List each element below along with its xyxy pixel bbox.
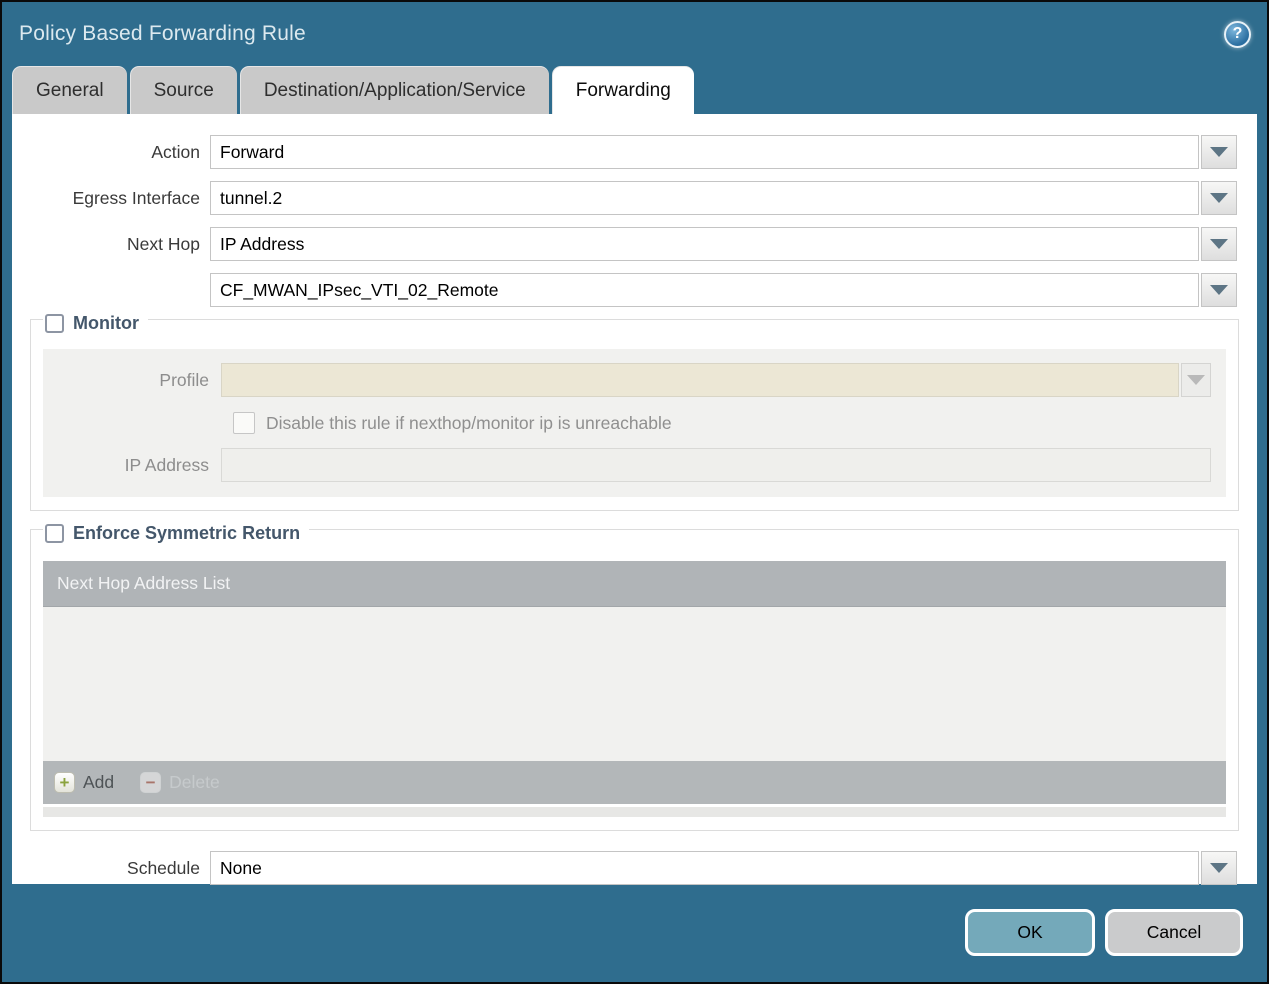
egress-interface-input[interactable] [210, 181, 1199, 215]
ok-button[interactable]: OK [965, 908, 1095, 956]
monitor-legend: Monitor [43, 313, 148, 334]
action-row: Action [12, 135, 1257, 169]
grid-horizontal-scrollbar[interactable] [43, 807, 1226, 817]
monitor-checkbox[interactable] [45, 314, 64, 333]
disable-rule-checkbox [233, 412, 255, 434]
monitor-ip-address-label: IP Address [124, 454, 209, 475]
enforce-symmetric-return-checkbox[interactable] [45, 524, 64, 543]
delete-button-label: Delete [169, 772, 220, 792]
chevron-down-icon [1210, 863, 1228, 873]
profile-label: Profile [159, 369, 209, 390]
egress-interface-row: Egress Interface [12, 181, 1257, 215]
next-hop-combo [210, 227, 1237, 261]
action-input[interactable] [210, 135, 1199, 169]
symmetric-return-fieldset: Enforce Symmetric Return Next Hop Addres… [30, 523, 1239, 831]
next-hop-address-combo [210, 273, 1237, 307]
tab-forwarding[interactable]: Forwarding [551, 66, 694, 114]
monitor-ip-address-input [221, 448, 1211, 482]
action-dropdown-trigger[interactable] [1201, 135, 1237, 169]
disable-rule-row: Disable this rule if nexthop/monitor ip … [233, 412, 1226, 434]
tab-bar: General Source Destination/Application/S… [2, 66, 1267, 114]
grid-header-label: Next Hop Address List [57, 573, 231, 593]
enforce-symmetric-return-label: Enforce Symmetric Return [73, 523, 301, 543]
pbf-rule-dialog: Policy Based Forwarding Rule ? General S… [0, 0, 1269, 984]
grid-body[interactable] [43, 607, 1226, 761]
action-combo [210, 135, 1237, 169]
monitor-legend-label: Monitor [73, 313, 139, 333]
tab-general[interactable]: General [12, 66, 127, 114]
add-button[interactable]: + Add [54, 772, 114, 793]
next-hop-row: Next Hop [12, 227, 1257, 261]
egress-interface-dropdown-trigger[interactable] [1201, 181, 1237, 215]
delete-button: − Delete [140, 772, 220, 793]
next-hop-address-dropdown-trigger[interactable] [1201, 273, 1237, 307]
next-hop-label: Next Hop [127, 233, 200, 254]
chevron-down-icon [1210, 193, 1228, 203]
help-icon[interactable]: ? [1224, 20, 1251, 48]
egress-interface-label: Egress Interface [72, 187, 200, 208]
dialog-title: Policy Based Forwarding Rule [19, 22, 306, 45]
forwarding-tab-panel: Action Egress Interface Next Hop [12, 114, 1257, 885]
chevron-down-icon [1187, 375, 1205, 385]
schedule-label: Schedule [127, 857, 200, 878]
profile-dropdown-trigger [1181, 363, 1211, 397]
next-hop-address-input[interactable] [210, 273, 1199, 307]
schedule-input[interactable] [210, 851, 1199, 885]
monitor-ip-address-row: IP Address [43, 448, 1226, 482]
chevron-down-icon [1210, 239, 1228, 249]
add-button-label: Add [83, 772, 115, 792]
next-hop-dropdown-trigger[interactable] [1201, 227, 1237, 261]
schedule-row: Schedule [12, 851, 1257, 885]
schedule-dropdown-trigger[interactable] [1201, 851, 1237, 885]
profile-input [221, 363, 1179, 397]
profile-combo [221, 363, 1211, 397]
disable-rule-label: Disable this rule if nexthop/monitor ip … [266, 412, 672, 433]
cancel-button[interactable]: Cancel [1105, 908, 1243, 956]
next-hop-type-input[interactable] [210, 227, 1199, 261]
minus-icon: − [140, 772, 162, 793]
action-label: Action [151, 141, 200, 162]
monitor-panel: Profile Disable this rule if nexthop/mon… [43, 349, 1226, 497]
profile-row: Profile [43, 363, 1226, 397]
next-hop-address-list-grid: Next Hop Address List + Add − Delete [43, 561, 1226, 804]
chevron-down-icon [1210, 147, 1228, 157]
dialog-footer: OK Cancel [2, 882, 1267, 982]
symmetric-return-legend: Enforce Symmetric Return [43, 523, 310, 544]
next-hop-address-row [12, 273, 1257, 307]
dialog-titlebar: Policy Based Forwarding Rule ? [2, 2, 1267, 66]
chevron-down-icon [1210, 285, 1228, 295]
schedule-combo [210, 851, 1237, 885]
plus-icon: + [54, 772, 75, 793]
grid-toolbar: + Add − Delete [43, 761, 1226, 804]
tab-source[interactable]: Source [129, 66, 237, 114]
monitor-fieldset: Monitor Profile Disable this rule if nex… [30, 313, 1239, 511]
egress-interface-combo [210, 181, 1237, 215]
tab-destination-application-service[interactable]: Destination/Application/Service [239, 66, 549, 114]
grid-header: Next Hop Address List [43, 561, 1226, 607]
